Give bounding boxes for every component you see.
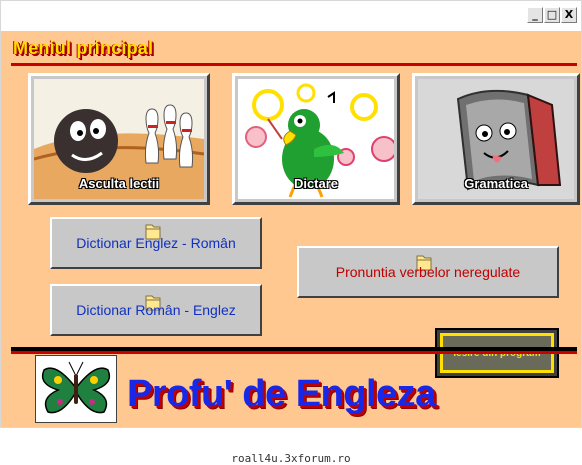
bottom-divider-red [11, 351, 577, 354]
listen-lessons-label: Asculta lectii [78, 176, 160, 191]
dict-ro-en-button[interactable]: Dictionar Român - Englez [50, 284, 262, 336]
minimize-button[interactable]: _ [527, 7, 543, 23]
logo-box [35, 355, 117, 423]
footer-url: roall4u.3xforum.ro [231, 452, 351, 465]
dict-ro-en-label: Dictionar Român - Englez [76, 302, 236, 318]
listen-lessons-button[interactable]: Asculta lectii [28, 73, 210, 205]
menu-title: Meniul principal [13, 38, 154, 58]
close-button[interactable]: X [561, 7, 577, 23]
irregular-verbs-button[interactable]: Pronuntia verbelor neregulate [297, 246, 559, 298]
grammar-button[interactable]: Gramatica [412, 73, 580, 205]
butterfly-icon [41, 361, 111, 414]
title-bar: _ □ X [1, 1, 581, 31]
brand-title: Profu' de Engleza [127, 373, 436, 415]
grammar-label: Gramatica [464, 176, 528, 191]
dict-en-ro-button[interactable]: Dictionar Englez - Român [50, 217, 262, 269]
maximize-button[interactable]: □ [544, 7, 560, 23]
dictation-button[interactable]: Dictare [232, 73, 400, 205]
window-controls: _ □ X [527, 7, 577, 23]
irregular-verbs-label: Pronuntia verbelor neregulate [335, 264, 521, 280]
dictation-label: Dictare [293, 176, 339, 191]
app-window: _ □ X Meniul principal Asculta lectii Di… [0, 0, 582, 428]
top-divider [11, 63, 577, 66]
dict-en-ro-label: Dictionar Englez - Român [76, 235, 236, 251]
